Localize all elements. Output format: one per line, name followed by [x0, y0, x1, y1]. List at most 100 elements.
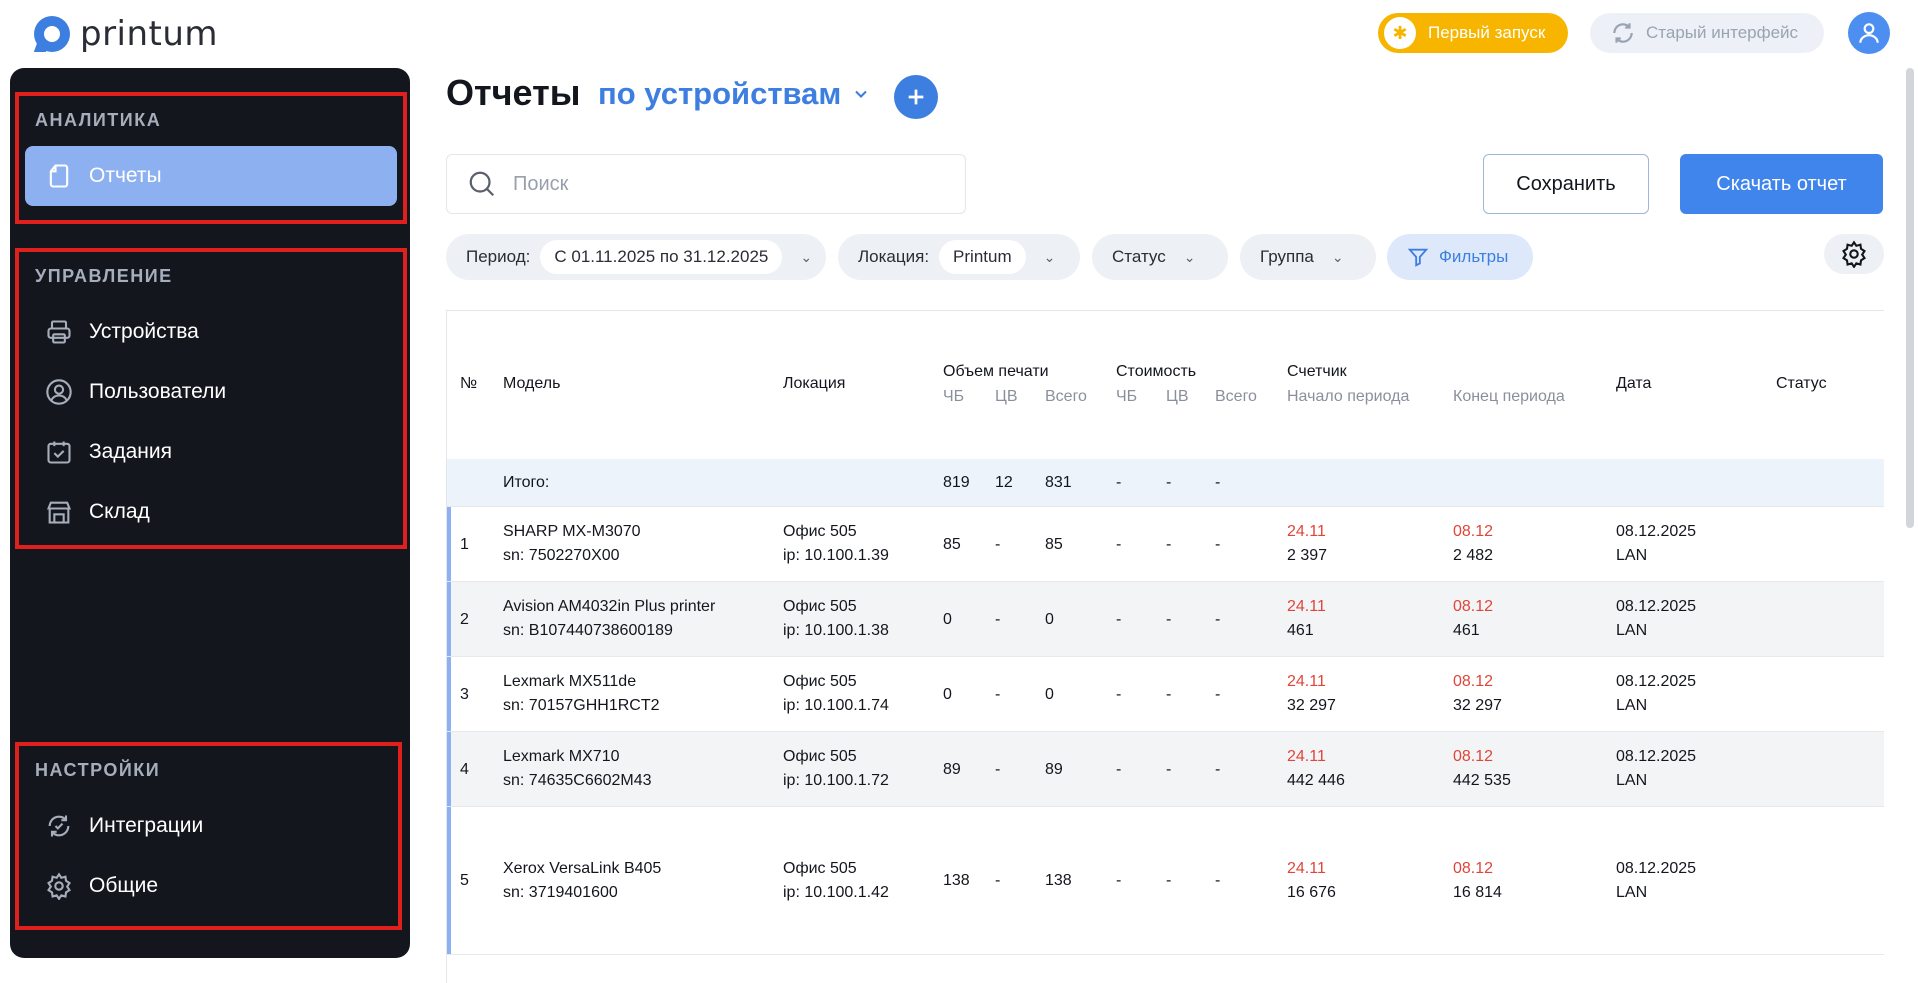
location-filter-value: Printum — [939, 240, 1026, 274]
col-status[interactable]: Статус — [1776, 375, 1827, 393]
row-location: Офис 505 — [783, 673, 857, 690]
table-row[interactable]: 4 Lexmark MX710 sn: 74635C6602M43 Офис 5… — [447, 732, 1884, 807]
row-location: Офис 505 — [783, 860, 857, 877]
row-accent-bar — [447, 732, 451, 806]
row-cost-total: - — [1215, 611, 1221, 628]
save-button[interactable]: Сохранить — [1483, 154, 1649, 214]
row-color: - — [995, 872, 1001, 889]
filters-button[interactable]: Фильтры — [1387, 234, 1533, 280]
row-start-value: 32 297 — [1287, 697, 1336, 714]
old-interface-button[interactable]: Старый интерфейс — [1590, 13, 1824, 53]
row-start-value: 16 676 — [1287, 884, 1336, 901]
row-cost-bw: - — [1116, 872, 1122, 889]
col-num[interactable]: № — [460, 375, 477, 393]
chevron-down-icon: ⌄ — [1331, 248, 1344, 265]
row-cost-bw: - — [1116, 611, 1122, 628]
total-cost-bw: - — [1116, 474, 1122, 491]
sidebar-item-integrations[interactable]: Интеграции — [25, 796, 392, 856]
page-scrollbar[interactable] — [1906, 68, 1914, 528]
row-num: 2 — [460, 611, 469, 628]
row-color: - — [995, 536, 1001, 553]
refresh-icon — [1613, 23, 1633, 43]
group-filter[interactable]: Группа ⌄ — [1240, 234, 1376, 280]
row-accent-bar — [447, 657, 451, 731]
table-settings-button[interactable] — [1824, 234, 1884, 274]
sidebar-item-label: Задания — [89, 440, 172, 463]
table-row[interactable]: 3 Lexmark MX511de sn: 70157GHH1RCT2 Офис… — [447, 657, 1884, 732]
row-cost-color: - — [1166, 872, 1172, 889]
row-total: 138 — [1045, 872, 1072, 889]
row-date: 08.12.2025 — [1616, 523, 1697, 540]
period-filter[interactable]: Период: С 01.11.2025 по 31.12.2025 ⌄ — [446, 234, 826, 280]
brand-logo[interactable]: printum — [34, 14, 218, 54]
row-num: 5 — [460, 872, 469, 889]
row-end-value: 2 482 — [1453, 547, 1494, 564]
col-location[interactable]: Локация — [783, 375, 845, 393]
old-interface-label: Старый интерфейс — [1646, 23, 1799, 42]
col-model[interactable]: Модель — [503, 375, 560, 393]
report-type-dropdown[interactable]: по устройствам — [598, 76, 871, 112]
first-launch-button[interactable]: ✱ Первый запуск — [1378, 13, 1568, 53]
row-model: Lexmark MX511de — [503, 673, 637, 690]
row-cost-color: - — [1166, 536, 1172, 553]
row-cost-color: - — [1166, 686, 1172, 703]
download-report-button[interactable]: Скачать отчет — [1680, 154, 1883, 214]
row-connection: LAN — [1616, 622, 1648, 639]
row-end-value: 461 — [1453, 622, 1480, 639]
row-sn: sn: 7502270X00 — [503, 547, 620, 564]
group-filter-label: Группа — [1260, 247, 1314, 266]
sidebar-item-devices[interactable]: Устройства — [25, 302, 397, 362]
row-ip: ip: 10.100.1.38 — [783, 622, 889, 639]
sidebar-item-reports[interactable]: Отчеты — [25, 146, 397, 206]
row-model: SHARP MX-M3070 — [503, 523, 641, 540]
search-input[interactable]: Поиск — [446, 154, 966, 214]
period-filter-label: Период: — [466, 247, 531, 266]
location-filter[interactable]: Локация: Printum ⌄ — [838, 234, 1080, 280]
row-total: 89 — [1045, 761, 1063, 778]
sidebar-item-users[interactable]: Пользователи — [25, 362, 397, 422]
row-location: Офис 505 — [783, 748, 857, 765]
total-cost-color: - — [1166, 474, 1172, 491]
row-bw: 0 — [943, 611, 952, 628]
row-ip: ip: 10.100.1.74 — [783, 697, 889, 714]
sidebar-item-warehouse[interactable]: Склад — [25, 482, 397, 542]
row-start-value: 461 — [1287, 622, 1314, 639]
plus-icon — [908, 89, 924, 105]
sync-icon — [48, 815, 70, 837]
status-filter[interactable]: Статус ⌄ — [1092, 234, 1228, 280]
row-start-date: 24.11 — [1287, 598, 1326, 615]
row-cost-bw: - — [1116, 536, 1122, 553]
row-end-date: 08.12 — [1453, 673, 1494, 690]
row-bw: 89 — [943, 761, 961, 778]
sidebar-item-label: Пользователи — [89, 380, 227, 403]
sidebar-item-tasks[interactable]: Задания — [25, 422, 397, 482]
row-model: Lexmark MX710 — [503, 748, 620, 765]
row-connection: LAN — [1616, 547, 1648, 564]
col-volume-color: ЦВ — [995, 388, 1018, 405]
row-sn: sn: 70157GHH1RCT2 — [503, 697, 660, 714]
col-counter[interactable]: Счетчик — [1287, 363, 1347, 381]
table-row[interactable]: 5 Xerox VersaLink B405 sn: 3719401600 Оф… — [447, 807, 1884, 955]
row-bw: 0 — [943, 686, 952, 703]
table-header: № Модель Локация Объем печати ЧБ ЦВ Всег… — [447, 311, 1884, 459]
row-ip: ip: 10.100.1.42 — [783, 884, 889, 901]
row-total: 0 — [1045, 686, 1054, 703]
col-cost[interactable]: Стоимость — [1116, 363, 1196, 381]
row-start-date: 24.11 — [1287, 860, 1326, 877]
row-num: 1 — [460, 536, 469, 553]
row-start-date: 24.11 — [1287, 523, 1326, 540]
add-report-button[interactable] — [894, 75, 938, 119]
row-start-value: 442 446 — [1287, 772, 1345, 789]
col-date[interactable]: Дата — [1616, 375, 1651, 393]
user-avatar[interactable] — [1848, 12, 1890, 54]
table-row[interactable]: 2 Avision AM4032in Plus printer sn: B107… — [447, 582, 1884, 657]
col-volume[interactable]: Объем печати — [943, 363, 1049, 381]
sidebar-item-label: Общие — [89, 874, 159, 897]
sidebar-item-general[interactable]: Общие — [25, 856, 392, 916]
total-color: 12 — [995, 474, 1013, 491]
period-filter-value: С 01.11.2025 по 31.12.2025 — [540, 240, 783, 274]
table-row[interactable]: 1 SHARP MX-M3070 sn: 7502270X00 Офис 505… — [447, 507, 1884, 582]
filter-icon — [1407, 248, 1429, 267]
sidebar-section-management: УПРАВЛЕНИЕ Устройства Пользователи Задан… — [15, 248, 407, 549]
row-end-value: 442 535 — [1453, 772, 1511, 789]
